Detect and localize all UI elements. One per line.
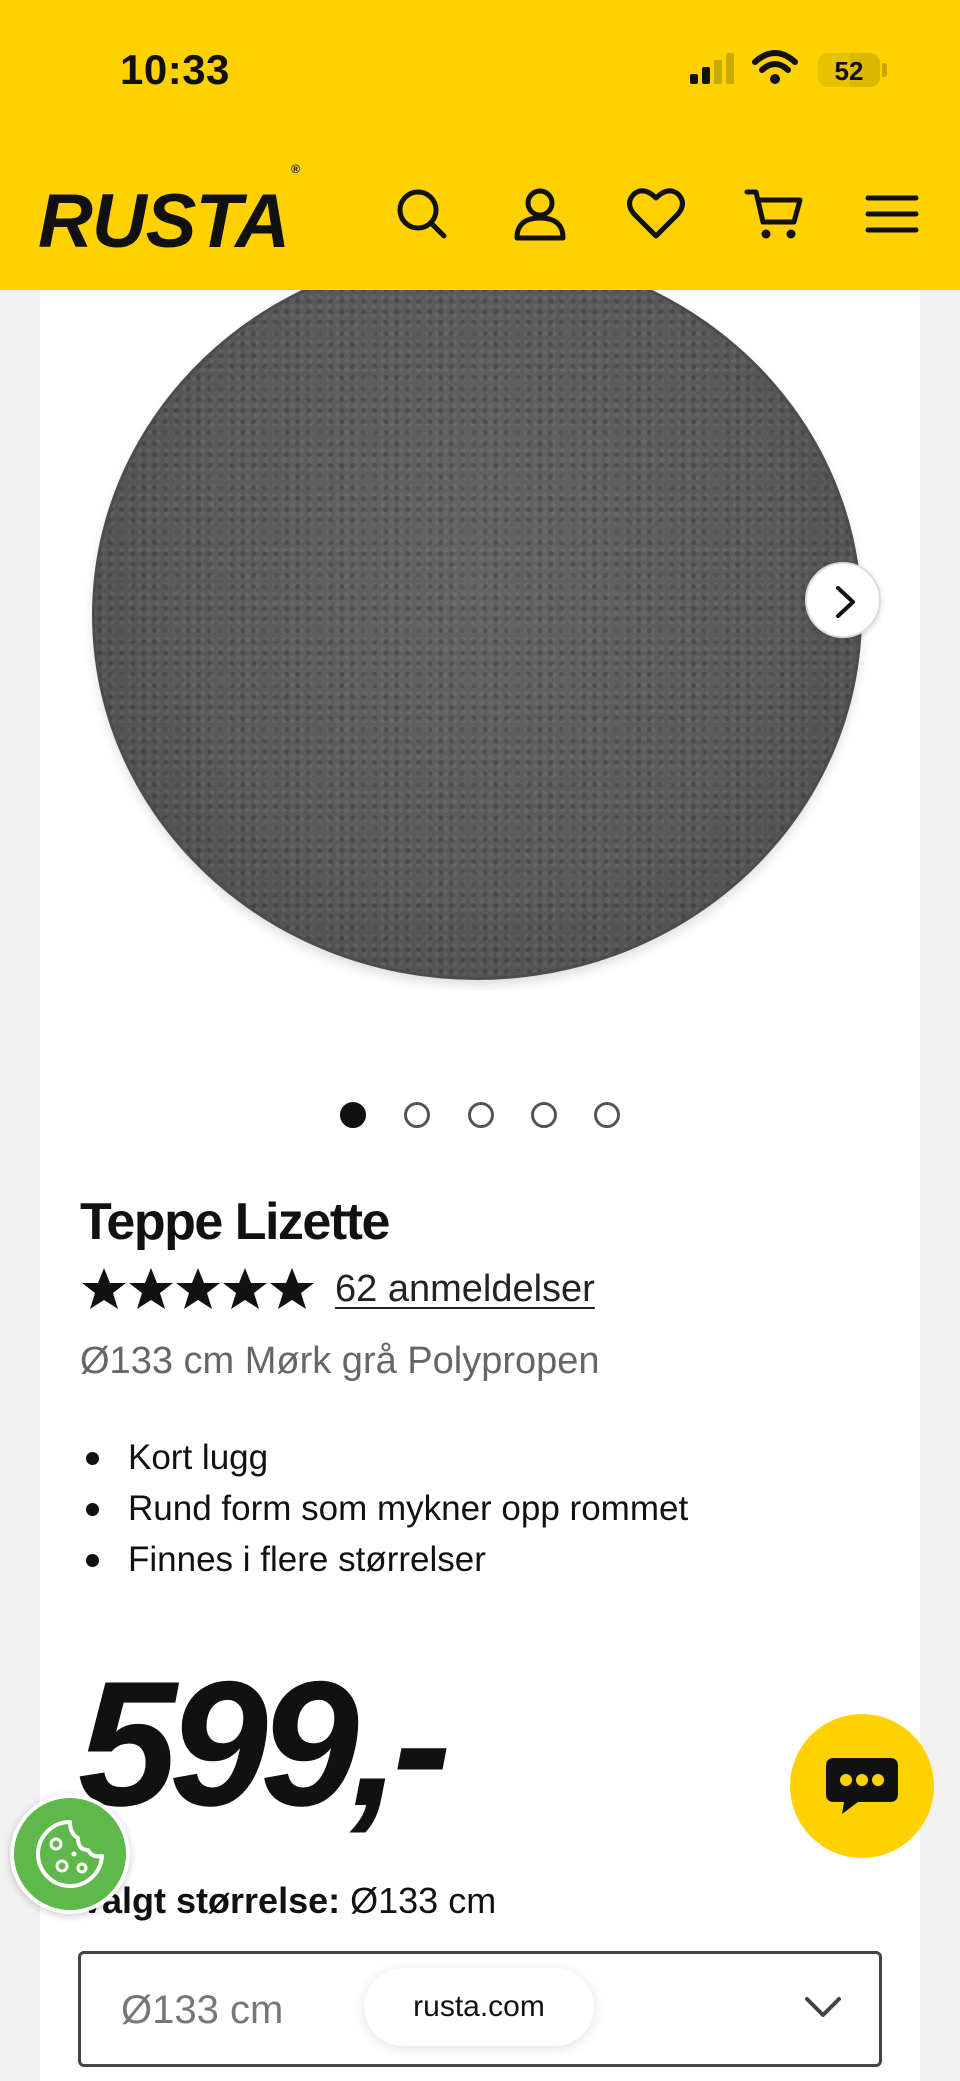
star-icon <box>223 1268 267 1309</box>
gallery-dot-4[interactable] <box>531 1102 557 1128</box>
rating-stars[interactable] <box>80 1265 320 1315</box>
battery-level: 52 <box>834 56 864 86</box>
chat-button[interactable] <box>790 1714 934 1858</box>
account-icon[interactable] <box>510 184 570 244</box>
feature-item: Rund form som mykner opp rommet <box>80 1483 860 1534</box>
battery-icon: 52 <box>818 53 880 87</box>
gallery-next-button[interactable] <box>805 562 881 638</box>
gallery-pagination <box>340 1102 640 1128</box>
star-icon <box>270 1268 314 1309</box>
product-price: 599,- <box>78 1644 452 1843</box>
cookie-settings-button[interactable] <box>10 1794 130 1914</box>
rug-image <box>92 250 862 980</box>
chevron-right-icon <box>836 586 855 618</box>
product-image[interactable] <box>80 250 880 990</box>
gallery-dot-2[interactable] <box>404 1102 430 1128</box>
star-icon <box>129 1268 173 1309</box>
reviews-link[interactable]: 62 anmeldelser <box>335 1268 595 1311</box>
size-select-value: Ø133 cm <box>121 1988 284 2032</box>
heart-icon[interactable] <box>626 184 686 244</box>
cellular-signal-icon <box>690 53 734 84</box>
rusta-logo[interactable]: RUSTA® <box>38 162 300 265</box>
selected-size-label: Valgt størrelse: Ø133 cm <box>80 1880 496 1922</box>
site-header: RUSTA® <box>0 160 960 290</box>
star-icon <box>176 1268 220 1309</box>
feature-item: Finnes i flere størrelser <box>80 1534 860 1585</box>
gallery-dot-5[interactable] <box>594 1102 620 1128</box>
cart-icon[interactable] <box>744 184 804 244</box>
browser-url-bar[interactable]: rusta.com <box>364 1968 594 2046</box>
gallery-dot-3[interactable] <box>468 1102 494 1128</box>
logo-text: RUSTA <box>38 179 290 264</box>
selected-size-value: Ø133 cm <box>350 1880 497 1921</box>
star-icon <box>82 1268 126 1309</box>
status-bar: 10:33 52 <box>0 0 960 140</box>
cookie-icon <box>36 1820 104 1888</box>
chevron-down-icon <box>805 1997 841 2017</box>
wifi-icon <box>752 50 798 84</box>
feature-item: Kort lugg <box>80 1432 860 1483</box>
top-bar: 10:33 52 RUSTA® <box>0 0 960 290</box>
search-icon[interactable] <box>392 184 452 244</box>
menu-icon[interactable] <box>862 184 922 244</box>
battery-nub <box>882 63 887 77</box>
product-variant-description: Ø133 cm Mørk grå Polypropen <box>80 1340 600 1382</box>
chat-icon <box>826 1758 898 1814</box>
product-title: Teppe Lizette <box>80 1193 390 1251</box>
status-time: 10:33 <box>120 46 230 93</box>
gallery-dot-1[interactable] <box>340 1102 366 1128</box>
feature-list: Kort lugg Rund form som mykner opp romme… <box>80 1432 860 1585</box>
